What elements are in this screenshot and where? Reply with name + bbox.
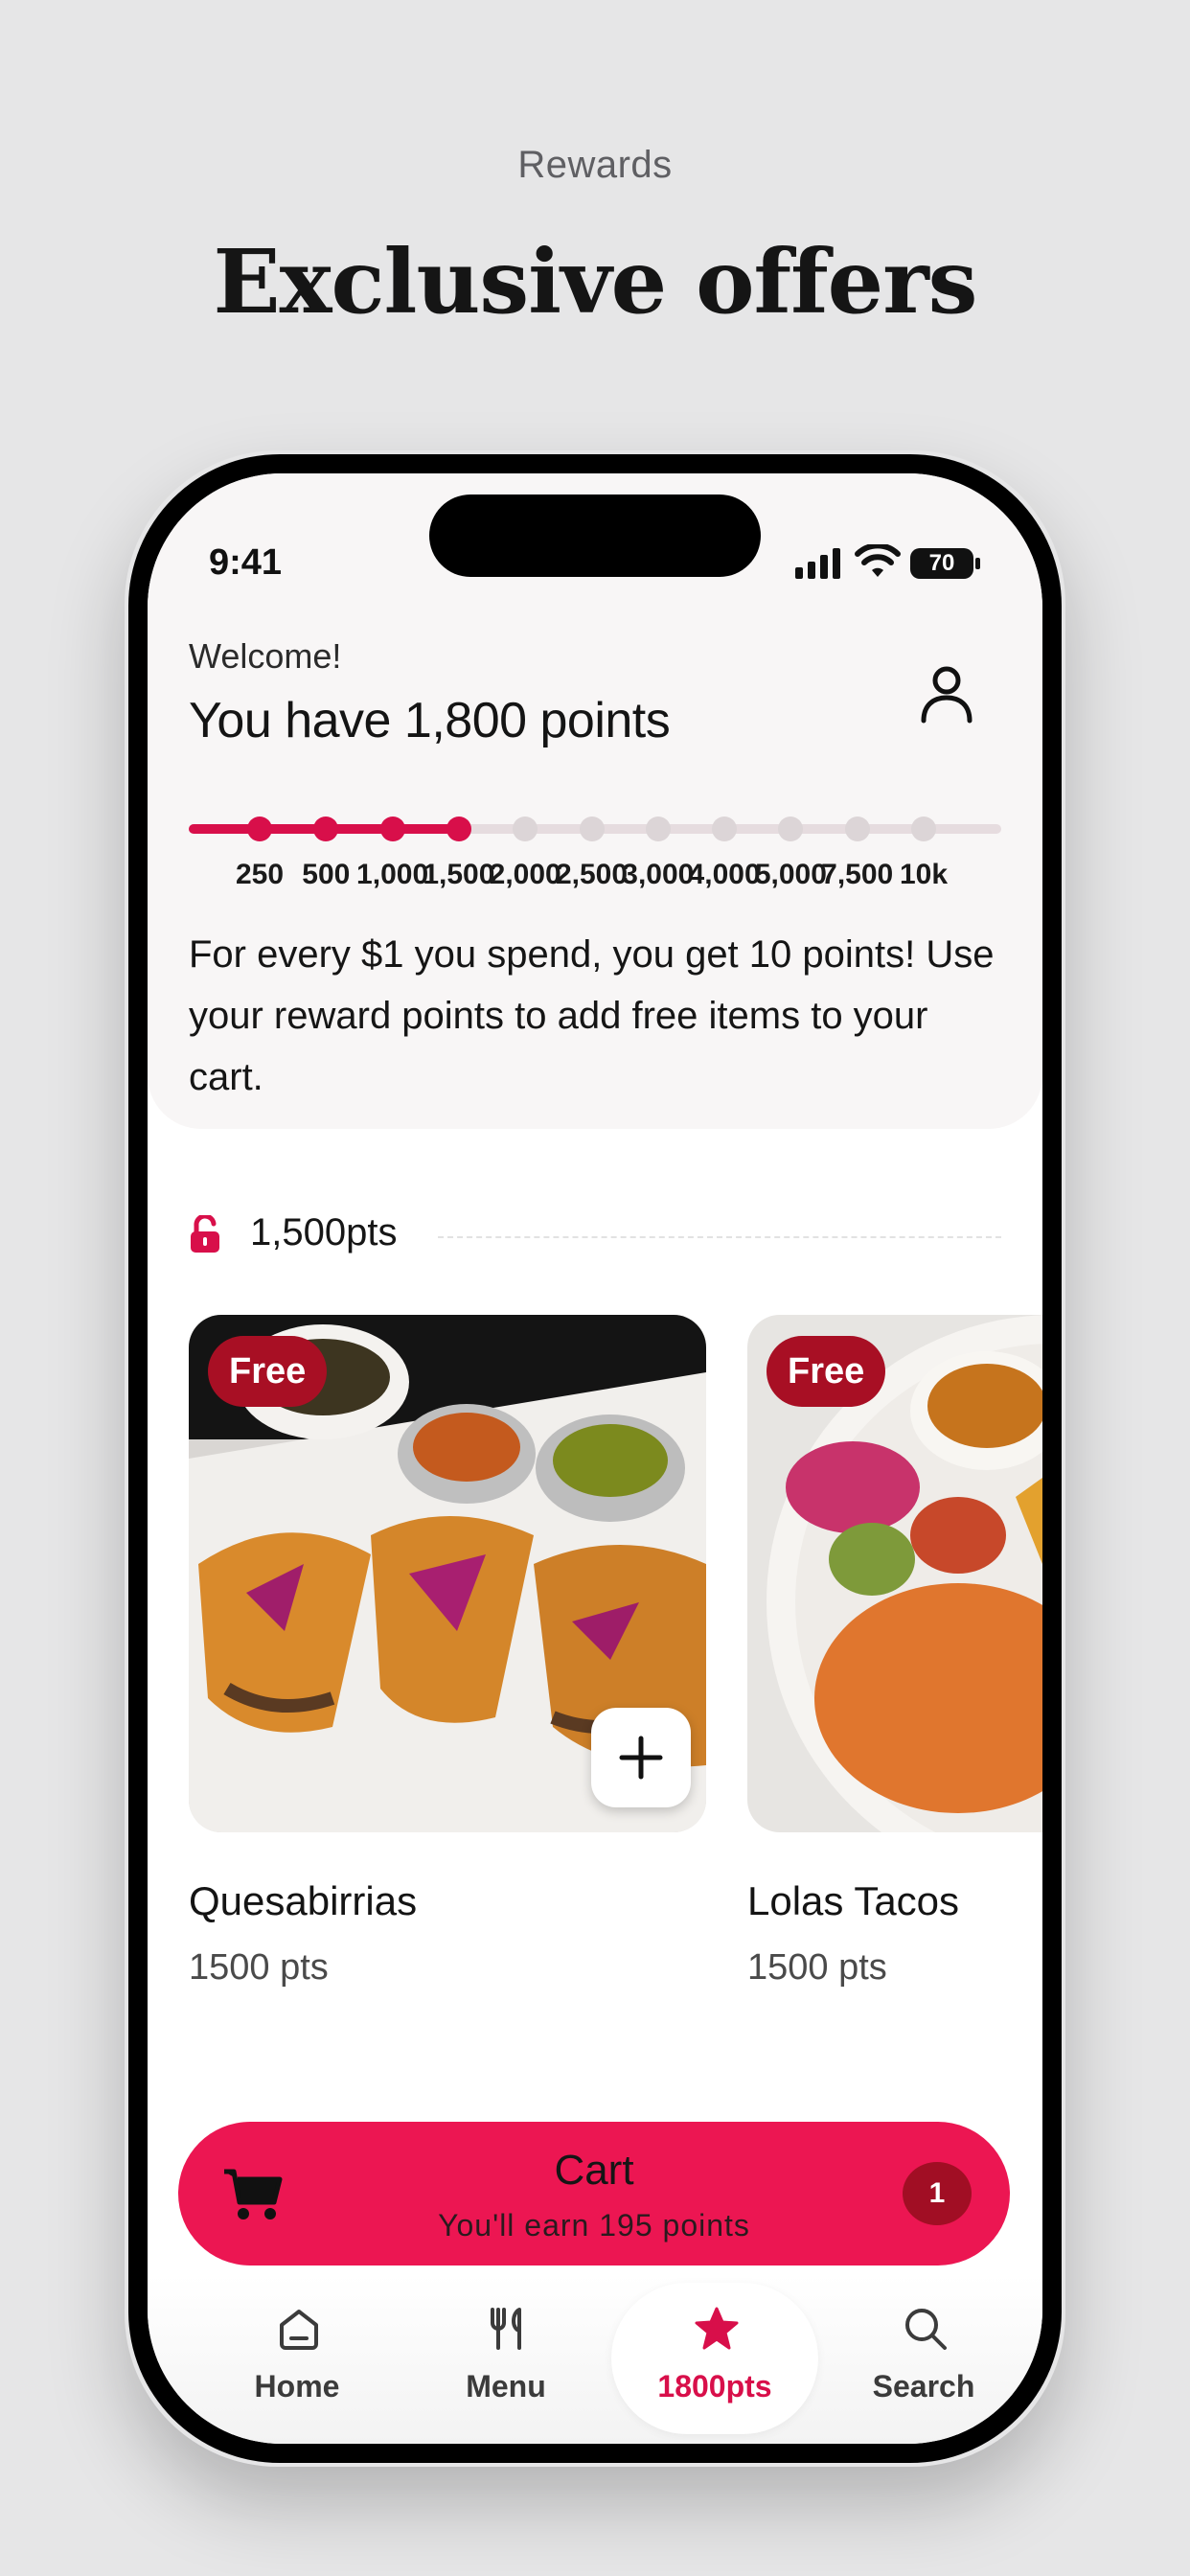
tab-menu[interactable]: Menu — [400, 2275, 611, 2444]
add-to-cart-button[interactable] — [591, 1708, 691, 1807]
milestone-label: 500 — [302, 859, 351, 890]
milestone-label: 7,500 — [821, 859, 894, 890]
milestone-label: 10k — [899, 859, 949, 890]
free-badge: Free — [208, 1336, 328, 1407]
tier-label: 1,500pts — [250, 1211, 398, 1254]
status-bar: 9:41 70 — [148, 473, 1042, 608]
dynamic-island — [429, 494, 761, 577]
tab-home[interactable]: Home — [192, 2275, 402, 2444]
milestone-label: 1,000 — [356, 859, 429, 890]
cart-count-badge: 1 — [903, 2162, 972, 2225]
welcome-text: Welcome! — [189, 636, 342, 676]
milestone-dot — [446, 816, 471, 841]
tab-label: Home — [254, 2369, 340, 2404]
item-points: 1500 pts — [189, 1947, 329, 1988]
milestone-dot — [844, 816, 870, 841]
tier-header: 1,500pts — [189, 1211, 1001, 1259]
battery-cap — [975, 558, 980, 569]
wifi-icon — [855, 544, 901, 577]
milestone-label: 4,000 — [688, 859, 761, 890]
milestone-label: 3,000 — [622, 859, 695, 890]
tab-label: 1800pts — [657, 2369, 772, 2404]
signal-icon — [795, 548, 840, 579]
star-icon — [695, 2307, 739, 2350]
item-image[interactable]: Free — [189, 1315, 706, 1832]
promo-subtitle: Rewards — [517, 144, 673, 186]
item-image[interactable]: Free — [747, 1315, 1042, 1832]
status-time: 9:41 — [209, 542, 283, 583]
milestone-dot — [712, 816, 738, 841]
milestone-label: 2,500 — [555, 859, 629, 890]
milestone-label: 2,000 — [489, 859, 561, 890]
milestone-dot — [247, 816, 272, 841]
milestone-dot — [513, 816, 538, 841]
points-balance-title: You have 1,800 points — [189, 693, 671, 748]
battery-indicator: 70 — [910, 548, 973, 579]
milestone-dot — [645, 816, 671, 841]
milestone-dot — [911, 816, 936, 841]
utensils-icon — [491, 2308, 521, 2350]
plus-icon — [619, 1736, 663, 1780]
tab-label: Menu — [466, 2369, 546, 2404]
milestone-label: 250 — [235, 859, 285, 890]
phone-frame: 9:41 70 Welcome! You have 1,800 points 2… — [128, 454, 1062, 2463]
free-badge: Free — [767, 1336, 886, 1407]
cart-title: Cart — [554, 2147, 634, 2194]
rewards-description: For every $1 you spend, you get 10 point… — [189, 933, 995, 1098]
tab-bar: Home Menu 1800pts Search — [148, 2275, 1042, 2444]
cart-earn-text: You'll earn 195 points — [438, 2208, 750, 2242]
milestone-dot — [579, 816, 605, 841]
home-icon — [280, 2310, 318, 2350]
milestone-label: 5,000 — [754, 859, 827, 890]
app-screen: 9:41 70 Welcome! You have 1,800 points 2… — [148, 473, 1042, 2444]
cart-button[interactable]: Cart You'll earn 195 points 1 — [178, 2122, 1010, 2266]
milestone-label: 1,500 — [423, 859, 495, 890]
tab-rewards[interactable]: 1800pts — [609, 2275, 820, 2444]
tier-divider — [438, 1236, 1001, 1238]
promo-title: Exclusive offers — [213, 230, 978, 334]
item-name: Lolas Tacos — [747, 1878, 960, 1923]
lock-open-icon — [191, 1215, 219, 1253]
search-icon — [905, 2309, 947, 2350]
item-points: 1500 pts — [747, 1947, 887, 1988]
tab-search[interactable]: Search — [818, 2275, 1029, 2444]
milestone-dot — [379, 816, 405, 841]
tab-label: Search — [872, 2369, 975, 2404]
user-icon[interactable] — [920, 665, 973, 724]
item-name: Quesabirrias — [189, 1878, 418, 1923]
